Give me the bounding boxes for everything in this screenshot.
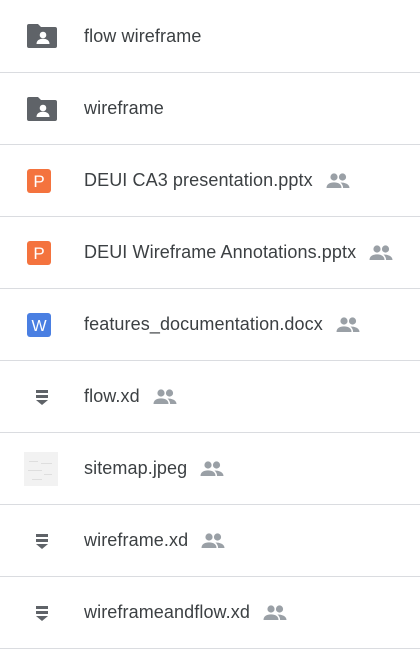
shared-people-icon bbox=[335, 316, 361, 334]
docs-icon: W bbox=[0, 289, 84, 360]
file-name: wireframeandflow.xd bbox=[84, 602, 250, 622]
slides-icon-letter: P bbox=[33, 244, 44, 263]
image-thumbnail bbox=[0, 433, 84, 504]
docs-icon-letter: W bbox=[31, 318, 47, 335]
file-name: DEUI CA3 presentation.pptx bbox=[84, 170, 313, 190]
file-name: sitemap.jpeg bbox=[84, 458, 188, 478]
file-row-wireframe-xd[interactable]: wireframe.xd bbox=[0, 505, 420, 577]
file-row-flow-xd[interactable]: flow.xd bbox=[0, 361, 420, 433]
file-row-sitemap[interactable]: sitemap.jpeg bbox=[0, 433, 420, 505]
generic-file-icon bbox=[0, 505, 84, 576]
file-name: wireframe.xd bbox=[84, 530, 189, 550]
file-list: flow wireframe wireframe P DEUI CA3 pres… bbox=[0, 0, 420, 649]
file-row-wireframeandflow-xd[interactable]: wireframeandflow.xd bbox=[0, 577, 420, 649]
file-row-flow-wireframe[interactable]: flow wireframe bbox=[0, 0, 420, 73]
file-name: flow.xd bbox=[84, 386, 140, 406]
shared-people-icon bbox=[325, 172, 351, 190]
generic-file-icon bbox=[0, 361, 84, 432]
file-row-deui-ca3-presentation[interactable]: P DEUI CA3 presentation.pptx bbox=[0, 145, 420, 217]
generic-file-icon bbox=[0, 577, 84, 648]
file-name: features_documentation.docx bbox=[84, 314, 323, 334]
shared-folder-icon bbox=[0, 73, 84, 144]
sitemap-thumbnail-icon bbox=[24, 451, 58, 486]
shared-people-icon bbox=[368, 244, 394, 262]
shared-people-icon bbox=[199, 460, 225, 478]
slides-icon-letter: P bbox=[33, 172, 44, 191]
shared-people-icon bbox=[200, 532, 226, 550]
file-row-features-documentation[interactable]: W features_documentation.docx bbox=[0, 289, 420, 361]
file-name: flow wireframe bbox=[84, 25, 202, 46]
shared-folder-icon bbox=[0, 0, 84, 72]
file-name: wireframe bbox=[84, 98, 164, 118]
slides-icon: P bbox=[0, 217, 84, 288]
file-row-deui-wireframe-annotations[interactable]: P DEUI Wireframe Annotations.pptx bbox=[0, 217, 420, 289]
file-row-wireframe[interactable]: wireframe bbox=[0, 73, 420, 145]
shared-people-icon bbox=[152, 388, 178, 406]
slides-icon: P bbox=[0, 145, 84, 216]
file-name: DEUI Wireframe Annotations.pptx bbox=[84, 242, 357, 262]
shared-people-icon bbox=[262, 604, 288, 622]
